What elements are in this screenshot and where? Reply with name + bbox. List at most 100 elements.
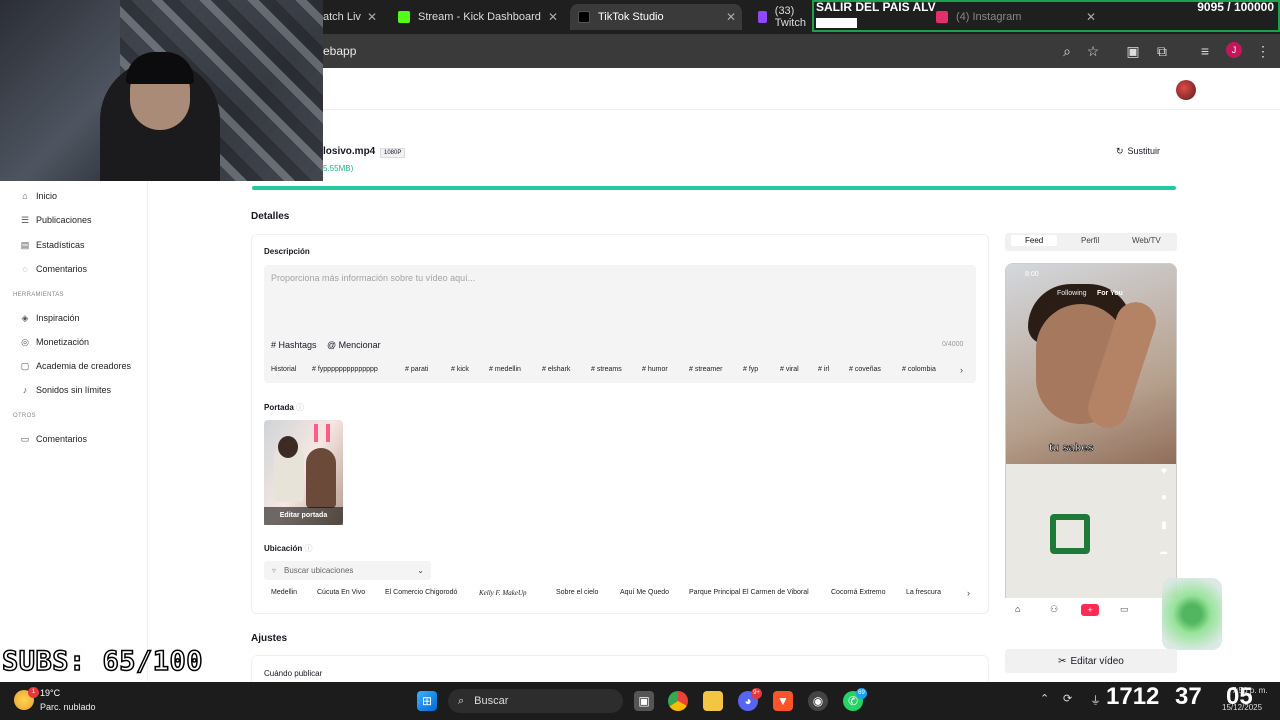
system-time[interactable]: 7:56 p. m. — [1232, 686, 1268, 695]
hash-icon: # — [271, 340, 279, 350]
close-tab-icon[interactable]: ✕ — [367, 10, 377, 24]
weather-description[interactable]: Parc. nublado — [40, 702, 96, 712]
sidebar-item-comentarios[interactable]: ◌ Comentarios — [20, 261, 87, 277]
location-chip[interactable]: Cúcuta En Vivo — [317, 589, 365, 596]
file-explorer-icon[interactable] — [703, 691, 723, 711]
sidebar-item-publicaciones[interactable]: ☰ Publicaciones — [20, 212, 92, 228]
user-avatar[interactable] — [1176, 80, 1196, 100]
sidebar-item-comentarios-otros[interactable]: ▭ Comentarios — [20, 431, 87, 447]
sidebar-item-label: Publicaciones — [36, 215, 92, 225]
tab-kick-dashboard[interactable]: Stream - Kick Dashboard ✕ — [392, 4, 564, 30]
tab-label: TikTok Studio — [598, 11, 664, 23]
tag-chip[interactable]: # streams — [591, 366, 622, 373]
goal-progress-bar — [816, 18, 857, 28]
profile-avatar[interactable]: J — [1226, 42, 1242, 58]
edit-cover-button[interactable]: Editar portada — [264, 507, 343, 525]
tag-chip[interactable]: # parati — [405, 366, 428, 373]
tab-feed[interactable]: Feed — [1011, 235, 1058, 246]
location-chip[interactable]: Aquí Me Quedo — [620, 589, 669, 596]
tab-watch-live[interactable]: atch Liv ✕ — [323, 4, 383, 30]
home-icon: ⌂ — [22, 191, 28, 201]
sidebar-item-label: Inicio — [36, 191, 58, 201]
phone-following-tab: Following — [1057, 290, 1087, 297]
info-icon: ⓘ — [296, 403, 305, 412]
tag-chip[interactable]: # colombia — [902, 366, 936, 373]
location-chip[interactable]: Parque Principal El Carmen de Viboral — [689, 589, 809, 596]
chevron-right-icon[interactable]: › — [967, 588, 970, 598]
settings-heading: Ajustes — [251, 633, 288, 644]
bookmark-icon: ▮ — [1161, 520, 1167, 531]
location-chip[interactable]: El Comercio Chigorodó — [385, 589, 457, 596]
bookmark-star-icon[interactable]: ☆ — [1084, 42, 1102, 60]
location-pin-icon: ▿ — [272, 566, 277, 575]
windows-start-icon[interactable]: ⊞ — [417, 691, 437, 711]
sidebar-item-inspiracion[interactable]: ◈ Inspiración — [20, 310, 80, 326]
edit-video-button[interactable]: ✂ Editar vídeo — [1005, 649, 1177, 673]
tag-chip[interactable]: # humor — [642, 366, 668, 373]
hashtags-button[interactable]: # Hashtags — [271, 340, 317, 350]
chrome-icon[interactable] — [668, 691, 688, 711]
tag-chip[interactable]: # kick — [451, 366, 469, 373]
chevron-right-icon[interactable]: › — [960, 365, 963, 375]
url-text[interactable]: ebapp — [323, 44, 356, 58]
mention-button[interactable]: @ Mencionar — [327, 340, 381, 350]
close-tab-icon[interactable]: ✕ — [548, 10, 558, 24]
location-chip[interactable]: Medellin — [271, 589, 297, 596]
description-label: Descripción — [264, 247, 310, 256]
extension-icon[interactable]: ▣ — [1124, 42, 1142, 60]
tag-chip[interactable]: # medellin — [489, 366, 521, 373]
cover-label-text: Portada — [264, 403, 294, 412]
tag-chip[interactable]: # fyp — [743, 366, 758, 373]
bulb-icon: ◈ — [21, 312, 29, 323]
location-chip[interactable]: La frescura — [906, 589, 941, 596]
tab-perfil[interactable]: Perfil — [1081, 236, 1099, 245]
info-icon: ⓘ — [304, 544, 313, 553]
hashtags-label: Hashtags — [278, 340, 317, 350]
tag-chip[interactable]: # coveñas — [849, 366, 881, 373]
location-chip[interactable]: Sobre el cielo — [556, 589, 598, 596]
system-date[interactable]: 15/12/2025 — [1222, 703, 1262, 712]
brave-icon[interactable]: ▼ — [773, 691, 793, 711]
tab-tiktok-studio[interactable]: TikTok Studio ✕ — [570, 4, 742, 30]
tag-chip[interactable]: # viral — [780, 366, 799, 373]
sidebar-item-sonidos[interactable]: ♪ Sonidos sin límites — [20, 382, 111, 398]
location-chip[interactable]: Cocorná Extremo — [831, 589, 885, 596]
sidebar-item-inicio[interactable]: ⌂ Inicio — [20, 188, 57, 204]
tray-expand-icon[interactable]: ⌃ — [1040, 692, 1049, 705]
location-chip[interactable]: Kelly F. MakeUp — [479, 589, 527, 597]
when-to-publish-label: Cuándo publicar — [264, 669, 323, 678]
tab-web-tv[interactable]: Web/TV — [1132, 236, 1161, 245]
taskbar-search[interactable]: ⌕ Buscar — [448, 689, 623, 713]
sidebar-item-label: Sonidos sin límites — [36, 385, 112, 395]
app-icon[interactable]: ◉ — [808, 691, 828, 711]
close-tab-icon[interactable]: ✕ — [726, 10, 736, 24]
tag-chip[interactable]: # fypppppppppppppp — [312, 366, 378, 373]
replace-video-button[interactable]: ↻ Sustituir — [1110, 142, 1167, 160]
heart-icon: ♥ — [1161, 466, 1167, 477]
location-search-select[interactable]: ▿ Buscar ubicaciones ⌄ — [264, 561, 431, 580]
goal-title: SALIR DEL PAIS ALV — [816, 0, 936, 14]
tag-chip[interactable]: # elshark — [542, 366, 570, 373]
sidebar-item-academia[interactable]: ▢ Academia de creadores — [20, 358, 131, 374]
video-caption: tu sabes — [1049, 442, 1094, 455]
weather-temperature[interactable]: 19°C — [40, 688, 60, 698]
network-icon[interactable]: ⟳ — [1063, 692, 1072, 705]
tag-chip[interactable]: # streamer — [689, 366, 722, 373]
tag-chip[interactable]: # irl — [818, 366, 829, 373]
chevron-down-icon: ⌄ — [417, 566, 424, 575]
sidebar-item-estadisticas[interactable]: ▤ Estadísticas — [20, 237, 85, 253]
microphone-icon[interactable]: ⏚ — [1090, 692, 1101, 708]
list-icon: ☰ — [20, 214, 30, 225]
upload-filename: losivo.mp4 — [323, 146, 376, 157]
media-control-icon[interactable]: ≡ — [1196, 42, 1214, 60]
phone-time: 8:00 — [1025, 271, 1039, 278]
refresh-icon: ↻ — [1116, 145, 1124, 156]
zoom-icon[interactable]: ⌕ — [1058, 42, 1076, 60]
char-counter: 0/4000 — [942, 341, 964, 348]
tab-twitch[interactable]: (33) Twitch — [752, 4, 814, 30]
more-menu-icon[interactable]: ⋮ — [1254, 42, 1272, 60]
puzzle-icon[interactable]: ⧉ — [1153, 42, 1171, 60]
tab-label: Stream - Kick Dashboard — [418, 11, 541, 23]
sidebar-item-monetizacion[interactable]: ◎ Monetización — [20, 334, 89, 350]
task-view-icon[interactable]: ▣ — [634, 691, 654, 711]
